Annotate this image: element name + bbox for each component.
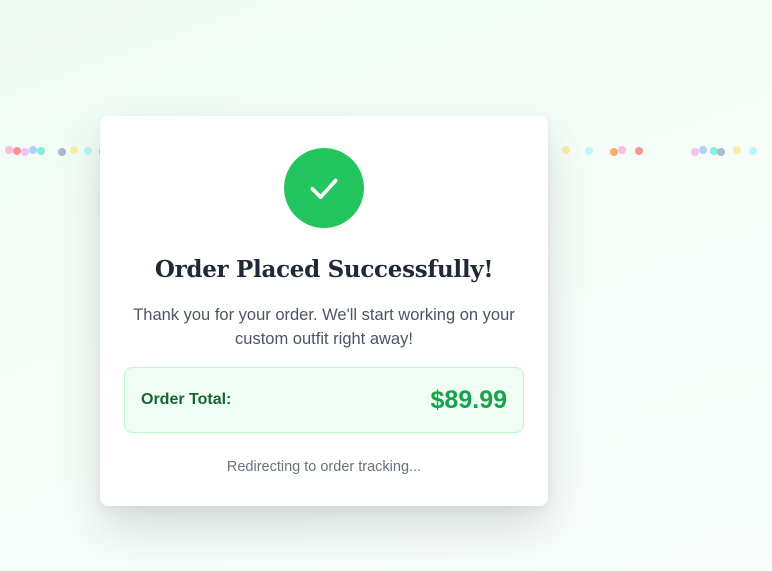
confetti-dot <box>562 146 570 154</box>
confetti-dot <box>21 148 29 156</box>
confetti-dot <box>13 147 21 155</box>
modal-message: Thank you for your order. We'll start wo… <box>133 306 515 348</box>
order-total-value: $89.99 <box>430 385 507 414</box>
confetti-dot <box>733 146 741 154</box>
confetti-dot <box>691 148 699 156</box>
confetti-dot <box>70 146 78 154</box>
success-check-badge <box>284 148 364 228</box>
check-icon <box>310 178 338 199</box>
confetti-dot <box>5 146 13 154</box>
modal-title: Order Placed Successfully! <box>154 256 494 283</box>
order-total-box: Order Total: $89.99 <box>124 367 524 433</box>
redirect-status-text: Redirecting to order tracking... <box>226 459 422 475</box>
confetti-dot <box>710 147 718 155</box>
order-total-label: Order Total: <box>141 391 232 408</box>
order-success-modal: Order Placed Successfully! Thank you for… <box>100 116 548 506</box>
confetti-dot <box>58 148 66 156</box>
confetti-dot <box>618 146 626 154</box>
confetti-dot <box>635 147 643 155</box>
confetti-dot <box>699 146 707 154</box>
confetti-dot <box>610 148 618 156</box>
confetti-dot <box>37 147 45 155</box>
confetti-dot <box>84 147 92 155</box>
confetti-dot <box>585 147 593 155</box>
confetti-dot <box>749 147 757 155</box>
confetti-dot <box>29 146 37 154</box>
confetti-dot <box>717 148 725 156</box>
